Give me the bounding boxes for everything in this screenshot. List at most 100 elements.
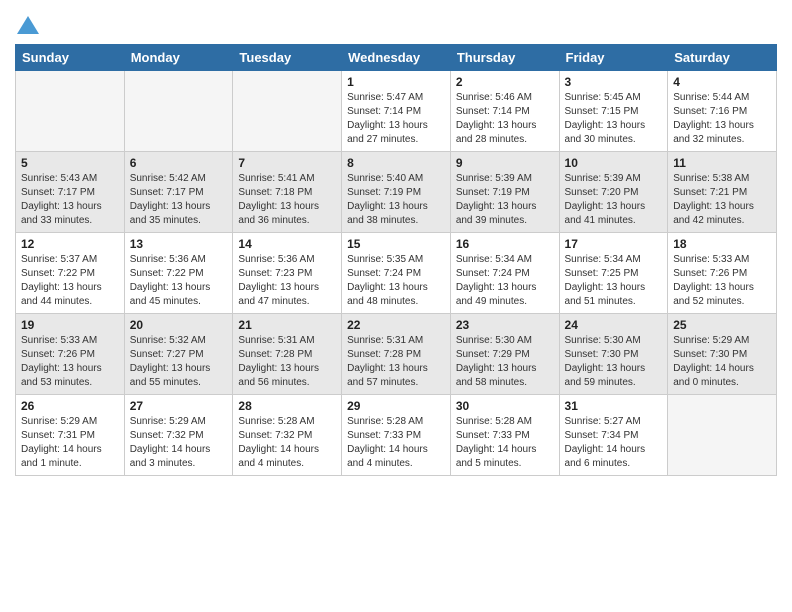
day-info: Sunrise: 5:34 AM Sunset: 7:24 PM Dayligh… bbox=[456, 253, 554, 309]
day-number: 3 bbox=[565, 75, 663, 89]
weekday-header: Sunday bbox=[16, 45, 125, 71]
day-number: 13 bbox=[130, 237, 228, 251]
day-info: Sunrise: 5:45 AM Sunset: 7:15 PM Dayligh… bbox=[565, 91, 663, 147]
day-info: Sunrise: 5:35 AM Sunset: 7:24 PM Dayligh… bbox=[347, 253, 445, 309]
day-number: 26 bbox=[21, 399, 119, 413]
calendar-table: SundayMondayTuesdayWednesdayThursdayFrid… bbox=[15, 44, 777, 476]
calendar-cell: 19 Sunrise: 5:33 AM Sunset: 7:26 PM Dayli… bbox=[16, 314, 125, 395]
day-number: 10 bbox=[565, 156, 663, 170]
day-info: Sunrise: 5:33 AM Sunset: 7:26 PM Dayligh… bbox=[21, 334, 119, 390]
calendar-cell: 26 Sunrise: 5:29 AM Sunset: 7:31 PM Dayli… bbox=[16, 395, 125, 476]
day-number: 20 bbox=[130, 318, 228, 332]
day-info: Sunrise: 5:44 AM Sunset: 7:16 PM Dayligh… bbox=[673, 91, 771, 147]
day-info: Sunrise: 5:38 AM Sunset: 7:21 PM Dayligh… bbox=[673, 172, 771, 228]
day-info: Sunrise: 5:30 AM Sunset: 7:29 PM Dayligh… bbox=[456, 334, 554, 390]
calendar-cell: 22Sunrise: 5:31 AM Sunset: 7:28 PM Dayli… bbox=[342, 314, 451, 395]
day-info: Sunrise: 5:39 AM Sunset: 7:19 PM Dayligh… bbox=[456, 172, 554, 228]
day-number: 30 bbox=[456, 399, 554, 413]
day-number: 5 bbox=[21, 156, 119, 170]
calendar-cell: 20Sunrise: 5:32 AM Sunset: 7:27 PM Dayli… bbox=[124, 314, 233, 395]
day-number: 21 bbox=[238, 318, 336, 332]
calendar-week-row: 19 Sunrise: 5:33 AM Sunset: 7:26 PM Dayli… bbox=[16, 314, 777, 395]
calendar-cell bbox=[233, 71, 342, 152]
day-number: 31 bbox=[565, 399, 663, 413]
weekday-header: Tuesday bbox=[233, 45, 342, 71]
calendar-cell: 31 Sunrise: 5:27 AM Sunset: 7:34 PM Dayli… bbox=[559, 395, 668, 476]
day-number: 23 bbox=[456, 318, 554, 332]
day-info: Sunrise: 5:28 AM Sunset: 7:33 PM Dayligh… bbox=[347, 415, 445, 471]
day-info: Sunrise: 5:29 AM Sunset: 7:31 PM Dayligh… bbox=[21, 415, 119, 471]
calendar-cell: 5Sunrise: 5:43 AM Sunset: 7:17 PM Daylig… bbox=[16, 152, 125, 233]
calendar-cell bbox=[16, 71, 125, 152]
calendar-cell: 16 Sunrise: 5:34 AM Sunset: 7:24 PM Dayli… bbox=[450, 233, 559, 314]
day-info: Sunrise: 5:42 AM Sunset: 7:17 PM Dayligh… bbox=[130, 172, 228, 228]
day-number: 25 bbox=[673, 318, 771, 332]
day-info: Sunrise: 5:40 AM Sunset: 7:19 PM Dayligh… bbox=[347, 172, 445, 228]
day-number: 24 bbox=[565, 318, 663, 332]
calendar-week-row: 5Sunrise: 5:43 AM Sunset: 7:17 PM Daylig… bbox=[16, 152, 777, 233]
day-info: Sunrise: 5:36 AM Sunset: 7:23 PM Dayligh… bbox=[238, 253, 336, 309]
calendar-cell: 28 Sunrise: 5:28 AM Sunset: 7:32 PM Dayli… bbox=[233, 395, 342, 476]
day-number: 28 bbox=[238, 399, 336, 413]
day-info: Sunrise: 5:27 AM Sunset: 7:34 PM Dayligh… bbox=[565, 415, 663, 471]
day-number: 29 bbox=[347, 399, 445, 413]
day-info: Sunrise: 5:29 AM Sunset: 7:30 PM Dayligh… bbox=[673, 334, 771, 390]
calendar-cell: 21 Sunrise: 5:31 AM Sunset: 7:28 PM Dayli… bbox=[233, 314, 342, 395]
calendar-cell: 4 Sunrise: 5:44 AM Sunset: 7:16 PM Daylig… bbox=[668, 71, 777, 152]
calendar-week-row: 12 Sunrise: 5:37 AM Sunset: 7:22 PM Dayli… bbox=[16, 233, 777, 314]
calendar-week-row: 26 Sunrise: 5:29 AM Sunset: 7:31 PM Dayli… bbox=[16, 395, 777, 476]
day-info: Sunrise: 5:30 AM Sunset: 7:30 PM Dayligh… bbox=[565, 334, 663, 390]
day-number: 9 bbox=[456, 156, 554, 170]
calendar-cell: 17 Sunrise: 5:34 AM Sunset: 7:25 PM Dayli… bbox=[559, 233, 668, 314]
weekday-header: Friday bbox=[559, 45, 668, 71]
day-number: 7 bbox=[238, 156, 336, 170]
day-number: 19 bbox=[21, 318, 119, 332]
calendar-cell: 24 Sunrise: 5:30 AM Sunset: 7:30 PM Dayli… bbox=[559, 314, 668, 395]
calendar-cell: 7 Sunrise: 5:41 AM Sunset: 7:18 PM Daylig… bbox=[233, 152, 342, 233]
calendar-cell: 2Sunrise: 5:46 AM Sunset: 7:14 PM Daylig… bbox=[450, 71, 559, 152]
header bbox=[15, 10, 777, 38]
weekday-header: Monday bbox=[124, 45, 233, 71]
day-number: 4 bbox=[673, 75, 771, 89]
calendar-cell: 27Sunrise: 5:29 AM Sunset: 7:32 PM Dayli… bbox=[124, 395, 233, 476]
day-info: Sunrise: 5:36 AM Sunset: 7:22 PM Dayligh… bbox=[130, 253, 228, 309]
calendar-cell: 25 Sunrise: 5:29 AM Sunset: 7:30 PM Dayli… bbox=[668, 314, 777, 395]
calendar-cell: 30Sunrise: 5:28 AM Sunset: 7:33 PM Dayli… bbox=[450, 395, 559, 476]
day-number: 12 bbox=[21, 237, 119, 251]
page-container: SundayMondayTuesdayWednesdayThursdayFrid… bbox=[0, 0, 792, 486]
day-info: Sunrise: 5:33 AM Sunset: 7:26 PM Dayligh… bbox=[673, 253, 771, 309]
calendar-cell: 14 Sunrise: 5:36 AM Sunset: 7:23 PM Dayli… bbox=[233, 233, 342, 314]
calendar-cell: 15 Sunrise: 5:35 AM Sunset: 7:24 PM Dayli… bbox=[342, 233, 451, 314]
day-number: 22 bbox=[347, 318, 445, 332]
calendar-cell: 9 Sunrise: 5:39 AM Sunset: 7:19 PM Daylig… bbox=[450, 152, 559, 233]
day-number: 11 bbox=[673, 156, 771, 170]
weekday-header: Thursday bbox=[450, 45, 559, 71]
calendar-cell bbox=[124, 71, 233, 152]
calendar-cell: 8Sunrise: 5:40 AM Sunset: 7:19 PM Daylig… bbox=[342, 152, 451, 233]
calendar-cell: 1Sunrise: 5:47 AM Sunset: 7:14 PM Daylig… bbox=[342, 71, 451, 152]
day-info: Sunrise: 5:29 AM Sunset: 7:32 PM Dayligh… bbox=[130, 415, 228, 471]
calendar-cell: 18 Sunrise: 5:33 AM Sunset: 7:26 PM Dayli… bbox=[668, 233, 777, 314]
day-info: Sunrise: 5:28 AM Sunset: 7:32 PM Dayligh… bbox=[238, 415, 336, 471]
day-info: Sunrise: 5:37 AM Sunset: 7:22 PM Dayligh… bbox=[21, 253, 119, 309]
day-number: 1 bbox=[347, 75, 445, 89]
calendar-cell: 3 Sunrise: 5:45 AM Sunset: 7:15 PM Daylig… bbox=[559, 71, 668, 152]
day-info: Sunrise: 5:34 AM Sunset: 7:25 PM Dayligh… bbox=[565, 253, 663, 309]
calendar-cell: 23 Sunrise: 5:30 AM Sunset: 7:29 PM Dayli… bbox=[450, 314, 559, 395]
day-number: 17 bbox=[565, 237, 663, 251]
day-info: Sunrise: 5:31 AM Sunset: 7:28 PM Dayligh… bbox=[238, 334, 336, 390]
calendar-week-row: 1Sunrise: 5:47 AM Sunset: 7:14 PM Daylig… bbox=[16, 71, 777, 152]
day-info: Sunrise: 5:41 AM Sunset: 7:18 PM Dayligh… bbox=[238, 172, 336, 228]
logo bbox=[15, 14, 39, 38]
weekday-header-row: SundayMondayTuesdayWednesdayThursdayFrid… bbox=[16, 45, 777, 71]
day-number: 15 bbox=[347, 237, 445, 251]
logo-icon bbox=[17, 14, 39, 40]
calendar-cell: 12 Sunrise: 5:37 AM Sunset: 7:22 PM Dayli… bbox=[16, 233, 125, 314]
day-number: 18 bbox=[673, 237, 771, 251]
calendar-cell: 6Sunrise: 5:42 AM Sunset: 7:17 PM Daylig… bbox=[124, 152, 233, 233]
day-number: 16 bbox=[456, 237, 554, 251]
calendar-cell: 10 Sunrise: 5:39 AM Sunset: 7:20 PM Dayli… bbox=[559, 152, 668, 233]
day-number: 14 bbox=[238, 237, 336, 251]
calendar-cell bbox=[668, 395, 777, 476]
day-info: Sunrise: 5:39 AM Sunset: 7:20 PM Dayligh… bbox=[565, 172, 663, 228]
